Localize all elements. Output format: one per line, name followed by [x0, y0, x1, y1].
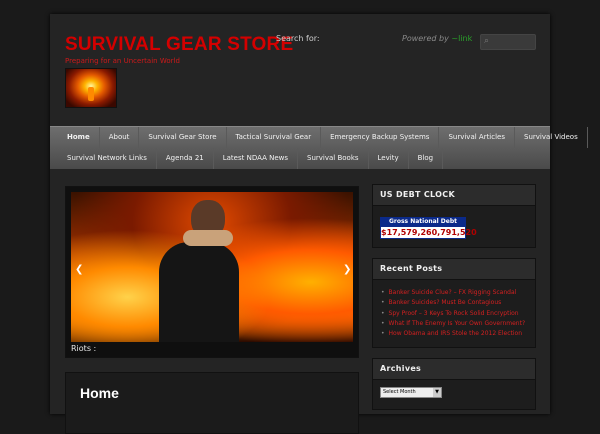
nav-item-emergency-backup-systems[interactable]: Emergency Backup Systems	[321, 127, 440, 148]
recent-posts-list: Banker Suicide Clue? – FX Rigging Scanda…	[381, 288, 535, 339]
recent-post-link[interactable]: Banker Suicide Clue? – FX Rigging Scanda…	[381, 288, 535, 298]
widget-title: Archives	[373, 359, 535, 380]
recent-post-link[interactable]: Spy Proof – 3 Keys To Rock Solid Encrypt…	[381, 309, 535, 319]
nav-item-about[interactable]: About	[100, 127, 140, 148]
recent-posts-widget: Recent Posts Banker Suicide Clue? – FX R…	[372, 258, 536, 348]
nav-item-tactical-survival-gear[interactable]: Tactical Survival Gear	[227, 127, 322, 148]
search-input[interactable]: ⌕	[480, 34, 536, 50]
debt-clock[interactable]: Gross National Debt $17,579,260,791,520	[380, 217, 477, 239]
search-icon: ⌕	[484, 36, 490, 46]
widget-title: US DEBT CLOCK	[373, 185, 535, 206]
powered-by-link[interactable]: ~link	[451, 34, 472, 43]
slide-caption: Riots :	[71, 344, 97, 353]
site-tagline: Preparing for an Uncertain World	[65, 57, 180, 65]
nav-item-latest-ndaa-news[interactable]: Latest NDAA News	[214, 148, 299, 169]
figure-body	[159, 242, 239, 342]
slider-next-icon[interactable]: ❯	[343, 264, 351, 275]
nav-item-survival-articles[interactable]: Survival Articles	[439, 127, 516, 148]
search-label: Search for:	[276, 34, 320, 43]
nav-item-agenda-21[interactable]: Agenda 21	[157, 148, 214, 169]
debt-clock-widget: US DEBT CLOCK Gross National Debt $17,57…	[372, 184, 536, 248]
nav-item-survival-videos[interactable]: Survival Videos	[515, 127, 588, 148]
widget-title: Recent Posts	[373, 259, 535, 280]
nav-row-2: Survival Network Links Agenda 21 Latest …	[58, 148, 444, 169]
slide-image[interactable]: ❮ ❯	[71, 192, 353, 342]
site-logo[interactable]	[65, 68, 117, 108]
archives-select[interactable]: Select Month ▼	[380, 387, 442, 398]
recent-post-link[interactable]: What If The Enemy Is Your Own Government…	[381, 319, 535, 329]
content-box: Home	[65, 372, 359, 434]
main-nav: Home About Survival Gear Store Tactical …	[50, 126, 588, 169]
page-container: SURVIVAL GEAR STORE Preparing for an Unc…	[50, 14, 588, 434]
debt-label: Gross National Debt	[380, 217, 466, 226]
nav-item-blog[interactable]: Blog	[409, 148, 444, 169]
nav-row-1: Home About Survival Gear Store Tactical …	[58, 127, 588, 148]
recent-post-link[interactable]: Banker Suicides? Must Be Contagious	[381, 298, 535, 308]
archives-widget: Archives Select Month ▼	[372, 358, 536, 410]
site-title[interactable]: SURVIVAL GEAR STORE	[65, 34, 293, 56]
page-title: Home	[80, 385, 119, 401]
nav-item-survival-gear-store[interactable]: Survival Gear Store	[139, 127, 227, 148]
nav-item-survival-network-links[interactable]: Survival Network Links	[58, 148, 157, 169]
nav-item-home[interactable]: Home	[58, 127, 100, 148]
recent-post-link[interactable]: How Obama and IRS Stole the 2012 Electio…	[381, 329, 535, 339]
featured-slider: ❮ ❯ Riots :	[65, 186, 359, 358]
nav-item-levity[interactable]: Levity	[369, 148, 409, 169]
nav-item-survival-books[interactable]: Survival Books	[298, 148, 369, 169]
debt-value: $17,579,260,791,520	[380, 226, 477, 239]
powered-by: Powered by ~link	[402, 34, 473, 43]
slider-prev-icon[interactable]: ❮	[75, 264, 83, 275]
figure-scarf	[183, 230, 233, 246]
logo-explosion-stem	[88, 87, 94, 101]
chevron-down-icon[interactable]: ▼	[433, 388, 441, 397]
